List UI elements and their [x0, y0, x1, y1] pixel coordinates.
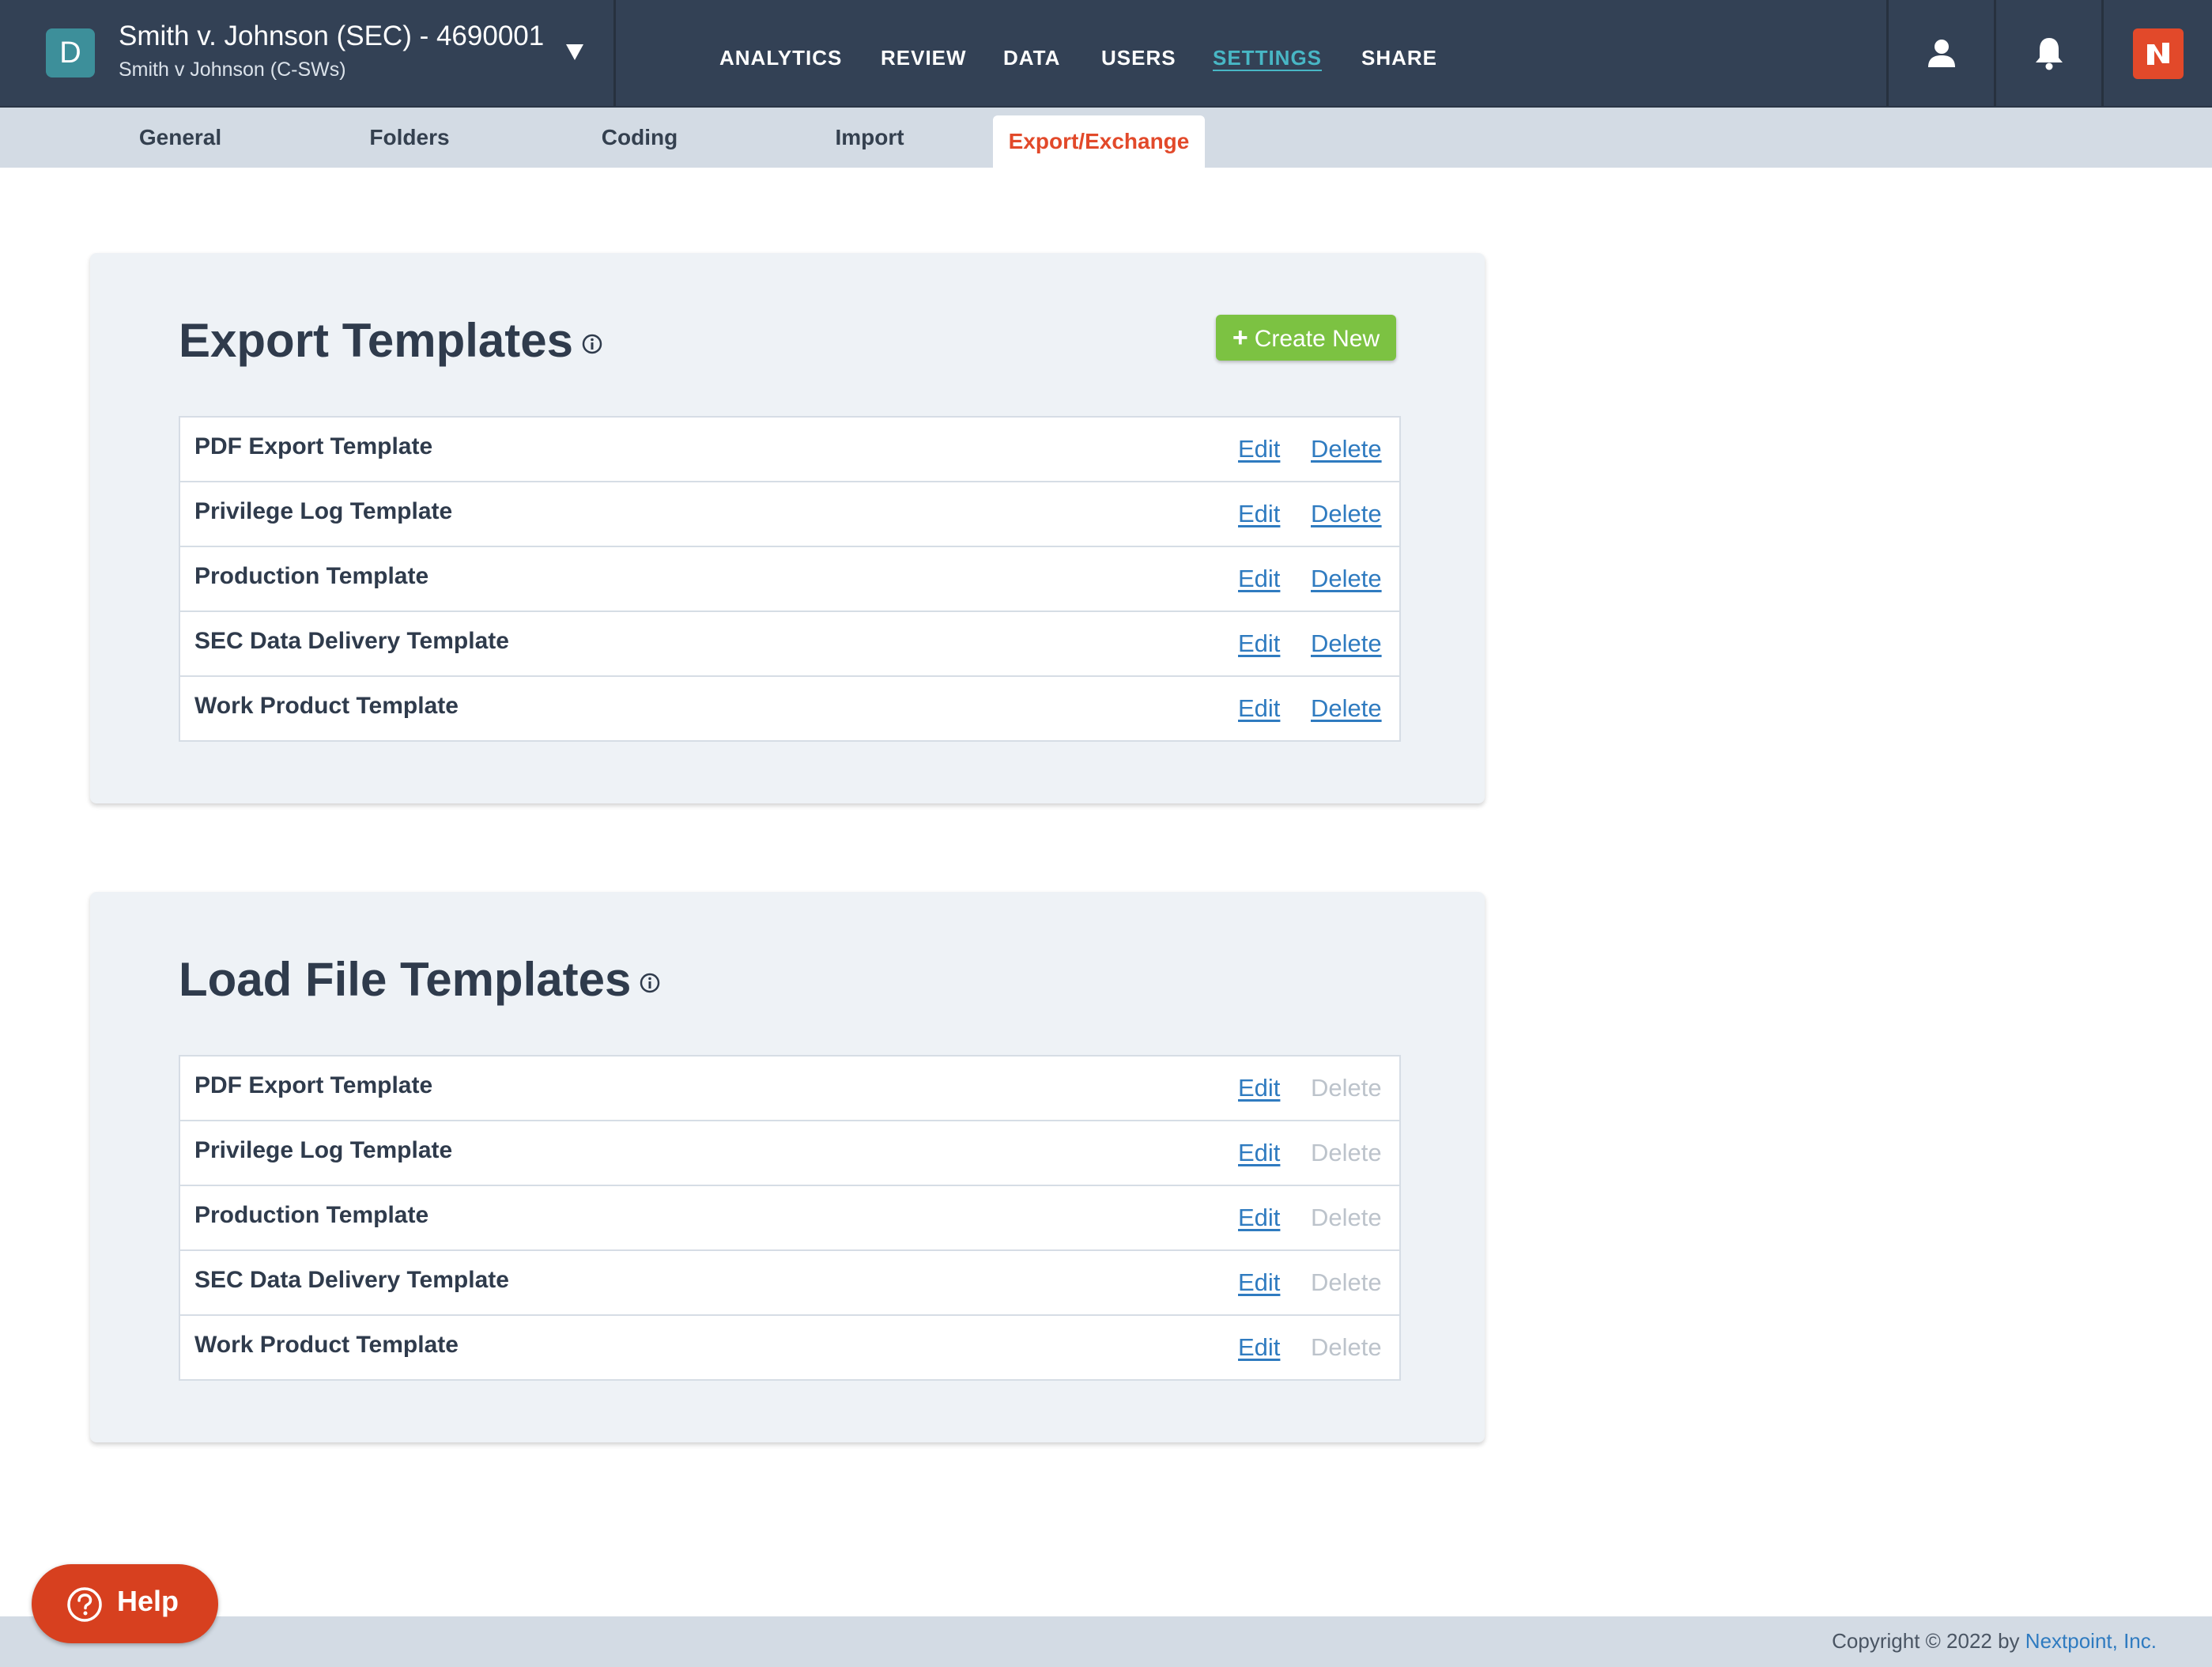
delete-link[interactable]: Delete [1311, 629, 1382, 658]
divider [2101, 0, 2104, 106]
tab-general[interactable]: General [119, 108, 242, 168]
edit-link[interactable]: Edit [1238, 1139, 1280, 1167]
delete-link[interactable]: Delete [1311, 435, 1382, 463]
nav-users[interactable]: USERS [1101, 46, 1176, 70]
list-item: Production Template Edit Delete [180, 1185, 1399, 1249]
case-title[interactable]: Smith v. Johnson (SEC) - 4690001 [119, 21, 544, 52]
template-name: Production Template [194, 563, 429, 589]
create-new-label: Create New [1254, 326, 1380, 352]
template-name: SEC Data Delivery Template [194, 628, 509, 654]
user-button[interactable] [1889, 0, 1994, 106]
panel-title: Export Templates [179, 314, 574, 367]
delete-link[interactable]: Delete [1311, 500, 1382, 528]
create-new-button[interactable]: + Create New [1216, 315, 1396, 361]
nav-data[interactable]: DATA [1003, 46, 1060, 70]
nav-share[interactable]: SHARE [1361, 46, 1437, 70]
load-file-templates-heading: Load File Templates [179, 952, 661, 1007]
list-item: PDF Export Template Edit Delete [180, 1057, 1399, 1120]
divider [1886, 0, 1889, 106]
delete-link-disabled: Delete [1311, 1074, 1382, 1102]
panel-title: Load File Templates [179, 953, 632, 1006]
divider [613, 0, 616, 106]
template-name: PDF Export Template [194, 1072, 433, 1098]
list-item: SEC Data Delivery Template Edit Delete [180, 610, 1399, 675]
plus-icon: + [1232, 323, 1248, 353]
divider [1994, 0, 1996, 106]
export-templates-list: PDF Export Template Edit Delete Privileg… [179, 416, 1401, 742]
template-name: Privilege Log Template [194, 1137, 453, 1163]
notifications-button[interactable] [1997, 0, 2101, 106]
delete-link-disabled: Delete [1311, 1333, 1382, 1361]
list-item: SEC Data Delivery Template Edit Delete [180, 1249, 1399, 1314]
edit-link[interactable]: Edit [1238, 1268, 1280, 1297]
list-item: Privilege Log Template Edit Delete [180, 1120, 1399, 1185]
copyright-text: Copyright © 2022 by [1832, 1629, 2020, 1653]
copyright: Copyright © 2022 by Nextpoint, Inc. [1832, 1629, 2157, 1654]
top-bar: D Smith v. Johnson (SEC) - 4690001 Smith… [0, 0, 2212, 108]
list-item: Work Product Template Edit Delete [180, 1314, 1399, 1379]
delete-link-disabled: Delete [1311, 1204, 1382, 1231]
template-name: Production Template [194, 1202, 429, 1228]
nextpoint-logo-button[interactable] [2133, 28, 2184, 79]
edit-link[interactable]: Edit [1238, 565, 1280, 593]
list-item: Privilege Log Template Edit Delete [180, 481, 1399, 546]
export-templates-heading: Export Templates [179, 313, 603, 368]
edit-link[interactable]: Edit [1238, 1074, 1280, 1102]
template-name: Work Product Template [194, 693, 459, 719]
template-name: Work Product Template [194, 1332, 459, 1358]
edit-link[interactable]: Edit [1238, 500, 1280, 528]
tab-coding[interactable]: Coding [587, 108, 693, 168]
list-item: Production Template Edit Delete [180, 546, 1399, 610]
nav-settings[interactable]: SETTINGS [1213, 46, 1322, 70]
nav-review[interactable]: REVIEW [881, 46, 967, 70]
footer: Copyright © 2022 by Nextpoint, Inc. [0, 1616, 2212, 1667]
load-file-templates-list: PDF Export Template Edit Delete Privileg… [179, 1055, 1401, 1381]
help-button[interactable]: Help [32, 1564, 218, 1643]
case-dropdown-chevron-down-icon[interactable] [566, 44, 583, 60]
tab-folders[interactable]: Folders [353, 108, 466, 168]
list-item: Work Product Template Edit Delete [180, 675, 1399, 740]
edit-link[interactable]: Edit [1238, 435, 1280, 463]
tab-import[interactable]: Import [819, 108, 920, 168]
edit-link[interactable]: Edit [1238, 629, 1280, 658]
user-icon [1928, 40, 1955, 67]
tab-export-exchange[interactable]: Export/Exchange [993, 115, 1205, 168]
template-name: SEC Data Delivery Template [194, 1267, 509, 1293]
company-link[interactable]: Nextpoint, Inc. [2025, 1629, 2157, 1653]
edit-link[interactable]: Edit [1238, 1333, 1280, 1362]
info-icon[interactable] [639, 972, 661, 994]
delete-link[interactable]: Delete [1311, 694, 1382, 723]
edit-link[interactable]: Edit [1238, 1204, 1280, 1232]
delete-link-disabled: Delete [1311, 1139, 1382, 1166]
question-circle-icon [67, 1587, 102, 1622]
case-subtitle: Smith v Johnson (C-SWs) [119, 59, 346, 81]
edit-link[interactable]: Edit [1238, 694, 1280, 723]
nextpoint-logo-icon [2147, 43, 2169, 65]
delete-link-disabled: Delete [1311, 1268, 1382, 1296]
info-icon[interactable] [581, 333, 603, 355]
settings-tabs: General Folders Coding Import Export/Exc… [0, 108, 2212, 168]
load-file-templates-panel: Load File Templates PDF Export Template … [90, 892, 1485, 1442]
list-item: PDF Export Template Edit Delete [180, 418, 1399, 481]
nav-analytics[interactable]: ANALYTICS [719, 46, 842, 70]
export-templates-panel: Export Templates + Create New PDF Export … [90, 253, 1485, 803]
bell-icon [2036, 38, 2063, 70]
help-label: Help [117, 1585, 179, 1617]
template-name: Privilege Log Template [194, 498, 453, 524]
template-name: PDF Export Template [194, 433, 433, 459]
delete-link[interactable]: Delete [1311, 565, 1382, 593]
case-avatar[interactable]: D [46, 28, 95, 77]
